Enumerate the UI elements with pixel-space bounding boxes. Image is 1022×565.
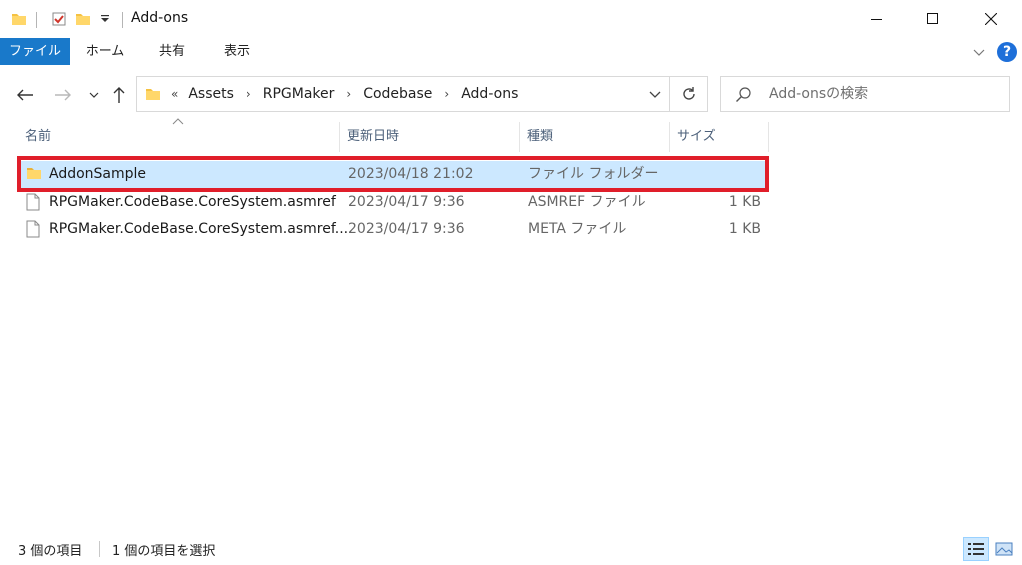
search-input[interactable] <box>769 77 999 111</box>
chevron-down-icon <box>973 49 985 56</box>
column-divider[interactable] <box>519 122 520 152</box>
maximize-icon <box>927 13 938 24</box>
file-row-asmref[interactable]: RPGMaker.CodeBase.CoreSystem.asmref 2023… <box>19 189 767 216</box>
file-size: 1 KB <box>728 221 761 237</box>
separator <box>122 12 123 28</box>
refresh-button[interactable] <box>670 76 708 112</box>
breadcrumb-chevron-icon[interactable]: › <box>336 87 361 101</box>
file-size: 1 KB <box>728 194 761 210</box>
breadcrumb-chevron-icon[interactable]: › <box>236 87 261 101</box>
up-button[interactable] <box>106 80 132 110</box>
close-button[interactable] <box>963 0 1019 38</box>
column-header-size[interactable]: サイズ <box>671 122 767 152</box>
address-history-button[interactable] <box>640 76 670 112</box>
properties-icon[interactable] <box>48 9 70 29</box>
file-date: 2023/04/17 9:36 <box>348 221 465 237</box>
column-header-type[interactable]: 種類 <box>521 122 669 152</box>
tab-home[interactable]: ホーム <box>78 38 132 65</box>
status-item-count: 3 個の項目 <box>18 544 83 559</box>
arrow-right-icon <box>55 89 71 101</box>
file-date: 2023/04/17 9:36 <box>348 194 465 210</box>
file-icon <box>26 220 40 242</box>
breadcrumb-rpgmaker[interactable]: RPGMaker <box>261 86 337 102</box>
status-selection: 1 個の項目を選択 <box>112 544 216 559</box>
title-bar: Add-ons <box>0 0 1022 38</box>
folder-icon <box>145 86 161 102</box>
refresh-icon <box>682 87 695 100</box>
close-icon <box>985 13 997 25</box>
folder-icon <box>8 9 30 29</box>
column-divider[interactable] <box>768 122 769 152</box>
chevron-down-icon <box>89 92 99 98</box>
separator <box>99 541 100 557</box>
search-icon <box>735 86 753 108</box>
tab-share[interactable]: 共有 <box>146 38 198 65</box>
column-divider[interactable] <box>669 122 670 152</box>
file-type: ASMREF ファイル <box>528 194 646 210</box>
column-header-name[interactable]: 名前 <box>19 122 339 152</box>
details-view-icon <box>968 543 984 555</box>
tab-file[interactable]: ファイル <box>0 38 70 65</box>
file-row-asmref-meta[interactable]: RPGMaker.CodeBase.CoreSystem.asmref.... … <box>19 216 767 243</box>
forward-button[interactable] <box>48 80 78 110</box>
tab-view[interactable]: 表示 <box>210 38 264 65</box>
search-box[interactable] <box>720 76 1010 112</box>
help-button[interactable]: ? <box>997 42 1017 62</box>
selection-highlight-box <box>17 156 769 192</box>
new-folder-icon[interactable] <box>72 9 94 29</box>
large-icons-view-button[interactable] <box>991 537 1017 561</box>
minimize-icon <box>871 19 882 20</box>
file-name: RPGMaker.CodeBase.CoreSystem.asmref.... <box>49 221 353 237</box>
recent-locations-button[interactable] <box>84 80 104 110</box>
details-view-button[interactable] <box>963 537 989 561</box>
minimize-button[interactable] <box>849 0 905 38</box>
breadcrumb-codebase[interactable]: Codebase <box>361 86 434 102</box>
customize-toolbar-icon[interactable] <box>96 9 114 29</box>
column-divider[interactable] <box>339 122 340 152</box>
breadcrumb-chevron-icon[interactable]: › <box>434 87 459 101</box>
maximize-button[interactable] <box>905 0 961 38</box>
breadcrumb-overflow[interactable]: « <box>169 87 180 101</box>
arrow-up-icon <box>113 87 125 103</box>
large-icons-view-icon <box>995 542 1013 556</box>
breadcrumb-assets[interactable]: Assets <box>186 86 236 102</box>
address-bar[interactable]: « Assets › RPGMaker › Codebase › Add-ons <box>136 76 670 112</box>
file-icon <box>26 193 40 215</box>
expand-ribbon-button[interactable] <box>972 45 986 63</box>
file-type: META ファイル <box>528 221 627 237</box>
window-title: Add-ons <box>131 10 189 26</box>
column-header-date[interactable]: 更新日時 <box>341 122 519 152</box>
chevron-down-icon <box>649 91 661 98</box>
file-name: RPGMaker.CodeBase.CoreSystem.asmref <box>49 194 336 210</box>
separator <box>36 12 37 28</box>
ribbon: ファイル ホーム 共有 表示 ? <box>0 38 1022 67</box>
breadcrumb-add-ons[interactable]: Add-ons <box>459 86 520 102</box>
back-button[interactable] <box>10 80 40 110</box>
arrow-left-icon <box>17 89 33 101</box>
